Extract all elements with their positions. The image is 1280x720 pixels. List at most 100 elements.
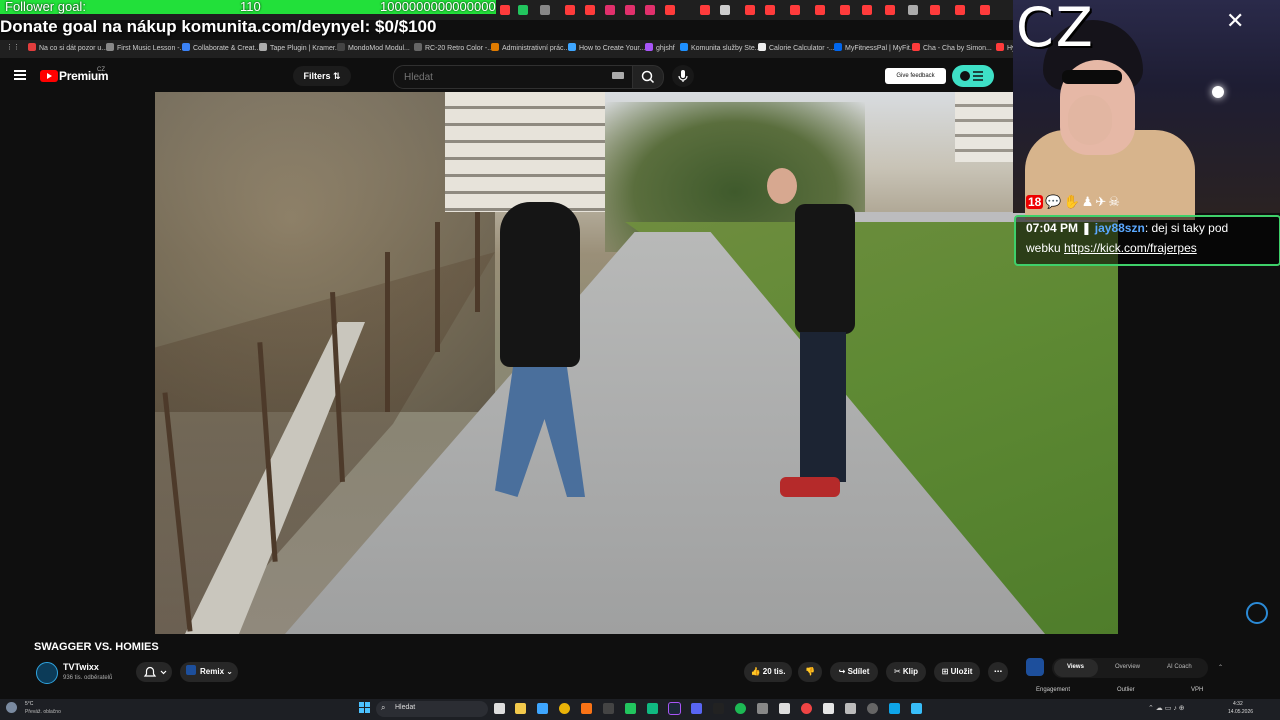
channel-avatar[interactable] — [36, 662, 58, 684]
bookmark-item[interactable]: First Music Lesson -... — [106, 43, 185, 52]
bookmark-item[interactable]: Administrativní prác... — [491, 43, 569, 52]
taskbar-search[interactable] — [376, 701, 488, 717]
app-icon[interactable] — [823, 703, 834, 714]
tab-youtube-icon[interactable] — [840, 5, 850, 15]
remix-button[interactable]: Remix ⌄ — [180, 662, 238, 682]
edge-icon[interactable] — [889, 703, 900, 714]
tab-youtube-icon[interactable] — [815, 5, 825, 15]
tab-youtube-icon[interactable] — [565, 5, 575, 15]
collapse-panel-icon[interactable]: ⌃ — [1218, 664, 1223, 671]
tab-views[interactable]: Views — [1067, 664, 1084, 670]
weather-description[interactable]: Převáž. oblačno — [25, 709, 61, 715]
tab-instagram-icon[interactable] — [625, 5, 635, 15]
bookmark-item[interactable]: Komunita služby Ste... — [680, 43, 761, 52]
tab-youtube-icon[interactable] — [930, 5, 940, 15]
search-input[interactable] — [402, 71, 596, 84]
search-button[interactable] — [632, 65, 664, 89]
tab-youtube-icon[interactable] — [955, 5, 965, 15]
bookmark-favicon-icon — [337, 43, 345, 51]
tab-instagram-icon[interactable] — [605, 5, 615, 15]
bookmark-item[interactable]: How to Create Your... — [568, 43, 645, 52]
bookmark-item[interactable]: Tape Plugin | Kramer... — [259, 43, 341, 52]
app-icon[interactable] — [581, 703, 592, 714]
apps-icon[interactable]: ⋮⋮ — [6, 43, 20, 51]
file-explorer-icon[interactable] — [515, 703, 526, 714]
chat-link[interactable]: https://kick.com/frajerpes — [1064, 241, 1197, 255]
region-code: CZ — [97, 67, 105, 73]
weather-icon[interactable] — [6, 702, 17, 713]
bookmark-item[interactable]: RC-20 Retro Color -... — [414, 43, 493, 52]
windows-start-icon[interactable] — [359, 702, 371, 714]
channel-watermark-icon[interactable] — [1246, 602, 1268, 624]
bookmark-item[interactable]: Collaborate & Creat... — [182, 43, 260, 52]
give-feedback-button[interactable]: Give feedback — [885, 68, 946, 84]
tab-youtube-icon[interactable] — [700, 5, 710, 15]
system-tray-icons[interactable]: ⌃ ☁ ▭ ♪ ⊕ — [1148, 704, 1185, 712]
bookmark-item[interactable]: MyFitnessPal | MyFit... — [834, 43, 916, 52]
video-player[interactable] — [155, 92, 1118, 634]
clip-button[interactable]: ✂ Klip — [886, 662, 926, 682]
youtube-logo-icon[interactable] — [40, 70, 58, 82]
save-button[interactable]: ⊞ Uložit — [934, 662, 980, 682]
app-icon[interactable] — [845, 703, 856, 714]
voice-search-button[interactable] — [672, 65, 694, 87]
clock-time[interactable]: 4:32 — [1233, 701, 1243, 707]
bookmark-item[interactable]: MondoMod Modul... — [337, 43, 410, 52]
keyboard-icon[interactable] — [612, 72, 624, 79]
weather-temperature[interactable]: 5°C — [25, 701, 33, 707]
task-view-icon[interactable] — [494, 703, 505, 714]
spotify-icon[interactable] — [735, 703, 746, 714]
tab-youtube-icon[interactable] — [885, 5, 895, 15]
like-button[interactable]: 👍 20 tis. — [744, 662, 792, 682]
tab-youtube-icon[interactable] — [665, 5, 675, 15]
app-icon[interactable] — [779, 703, 790, 714]
analytics-logo-icon[interactable] — [1026, 658, 1044, 676]
nvidia-icon[interactable] — [625, 703, 636, 714]
tab-youtube-icon[interactable] — [765, 5, 775, 15]
tab-youtube-icon[interactable] — [790, 5, 800, 15]
share-button[interactable]: ↪ Sdílet — [830, 662, 878, 682]
chrome-icon[interactable] — [559, 703, 570, 714]
tab-youtube-icon[interactable] — [862, 5, 872, 15]
channel-name[interactable]: TVTwixx — [63, 662, 99, 672]
chat-username[interactable]: jay88szn — [1095, 221, 1145, 235]
tab-instagram-icon[interactable] — [645, 5, 655, 15]
more-actions-button[interactable]: ⋯ — [988, 662, 1008, 682]
like-count: 20 tis. — [762, 667, 786, 676]
bookmarks-bar: ⋮⋮ Na co si dát pozor u... First Music Le… — [0, 40, 1023, 58]
tiktok-icon[interactable] — [713, 703, 724, 714]
discord-icon[interactable] — [691, 703, 702, 714]
filters-button[interactable]: Filters ⇅ — [293, 66, 351, 86]
app-icon[interactable] — [911, 703, 922, 714]
tab-ai-coach[interactable]: AI Coach — [1167, 664, 1192, 670]
tab-maps-icon[interactable] — [518, 5, 528, 15]
mail-icon[interactable] — [537, 703, 548, 714]
app-icon[interactable] — [867, 703, 878, 714]
tab-youtube-icon[interactable] — [980, 5, 990, 15]
hamburger-menu-icon[interactable] — [14, 70, 26, 80]
clock-date[interactable]: 14.05.2026 — [1228, 709, 1253, 715]
app-icon[interactable] — [801, 703, 812, 714]
extension-menu-button[interactable] — [952, 65, 994, 87]
bookmark-item[interactable]: Na co si dát pozor u... — [28, 43, 107, 52]
tab-google-icon[interactable] — [540, 5, 550, 15]
tab-youtube-icon[interactable] — [500, 5, 510, 15]
tab-generic-icon[interactable] — [720, 5, 730, 15]
dislike-button[interactable]: 👎 — [798, 662, 822, 682]
bookmark-label: ghjshf — [656, 45, 675, 52]
steam-icon[interactable] — [668, 702, 681, 715]
notification-bell-button[interactable] — [136, 662, 172, 682]
bookmark-item[interactable]: ghjshf — [645, 43, 675, 52]
bookmark-item[interactable]: Calorie Calculator -... — [758, 43, 835, 52]
bookmark-label: Na co si dát pozor u... — [39, 45, 108, 52]
tab-youtube-icon[interactable] — [585, 5, 595, 15]
tab-generic-icon[interactable] — [908, 5, 918, 15]
app-icon[interactable] — [603, 703, 614, 714]
tab-overview[interactable]: Overview — [1115, 664, 1140, 670]
taskbar-search-label[interactable]: Hledat — [395, 704, 415, 711]
xbox-icon[interactable] — [647, 703, 658, 714]
app-icon[interactable] — [757, 703, 768, 714]
tab-youtube-icon[interactable] — [745, 5, 755, 15]
bookmark-item[interactable]: Cha - Cha by Simon... — [912, 43, 992, 52]
search-box[interactable] — [393, 65, 633, 89]
